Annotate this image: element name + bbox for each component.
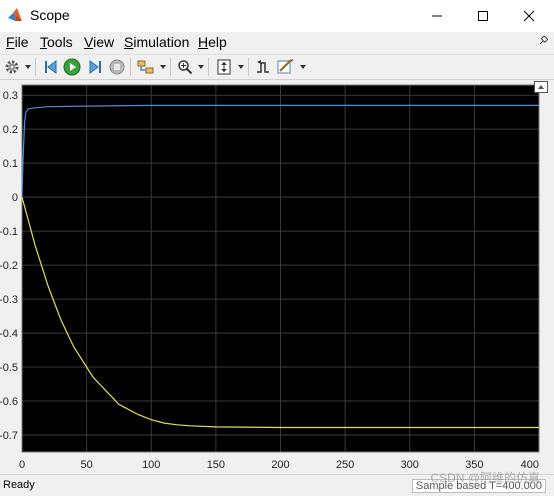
- y-tick-label: -0.7: [0, 430, 18, 442]
- pin-icon[interactable]: [538, 36, 548, 46]
- menu-tools[interactable]: Tools: [40, 34, 73, 50]
- matlab-icon: [8, 8, 22, 21]
- toolbar: [0, 54, 554, 80]
- y-tick-label: -0.6: [0, 396, 18, 408]
- stop-icon: [109, 59, 125, 75]
- run-icon: [63, 58, 81, 76]
- step-forward-icon: [89, 60, 101, 74]
- menu-simulation[interactable]: Simulation: [124, 34, 189, 50]
- zoom-button[interactable]: [176, 58, 194, 76]
- toolbar-separator: [35, 58, 36, 76]
- maximize-icon: [478, 11, 488, 21]
- highlight-icon: [137, 60, 154, 74]
- cursor-measure-button[interactable]: [277, 58, 295, 76]
- highlight-button[interactable]: [137, 58, 155, 76]
- triggers-icon: [257, 60, 269, 73]
- triggers-button[interactable]: [254, 58, 272, 76]
- y-tick-label: -0.2: [0, 260, 18, 272]
- watermark: CSDN @阿维的仿真: [430, 471, 540, 485]
- x-tick-label: 300: [401, 459, 419, 471]
- step-back-icon: [45, 60, 57, 74]
- close-button[interactable]: [506, 0, 552, 32]
- x-tick-label: 200: [271, 459, 289, 471]
- x-tick-label: 100: [142, 459, 160, 471]
- y-tick-label: 0.3: [3, 90, 18, 102]
- autoscale-button[interactable]: [215, 58, 233, 76]
- highlight-dropdown-icon[interactable]: [160, 65, 166, 69]
- status-text: Ready: [3, 479, 35, 491]
- zoom-icon: [178, 60, 193, 75]
- plot-area: 0 50 100 150 200 250 300 350 400 0.3 0.2 0.1 0 -0.1 -0…: [0, 80, 554, 472]
- toolbar-separator: [208, 58, 209, 76]
- menu-help[interactable]: Help: [198, 34, 227, 50]
- zoom-dropdown-icon[interactable]: [198, 65, 204, 69]
- autoscale-icon: [217, 59, 231, 75]
- y-tick-label: 0.2: [3, 124, 18, 136]
- y-tick-label: 0: [12, 192, 18, 204]
- minimize-button[interactable]: [414, 0, 460, 32]
- toolbar-separator: [130, 58, 131, 76]
- menu-view[interactable]: View: [84, 34, 114, 50]
- restore-icon: [538, 85, 544, 89]
- menu-bar: File Tools View Simulation Help: [0, 32, 554, 52]
- step-forward-button[interactable]: [86, 58, 104, 76]
- y-tick-label: -0.4: [0, 328, 18, 340]
- scope-chart[interactable]: 0 50 100 150 200 250 300 350 4000.30.20.10-0.1-0…: [0, 80, 554, 472]
- restore-axes-button[interactable]: [534, 81, 548, 93]
- maximize-button[interactable]: [460, 0, 506, 32]
- toolbar-separator: [248, 58, 249, 76]
- x-tick-label: 0: [19, 459, 25, 471]
- settings-icon: [5, 60, 19, 74]
- stop-button[interactable]: [108, 58, 126, 76]
- title-bar: Scope: [0, 0, 554, 32]
- minimize-icon: [432, 15, 442, 17]
- y-tick-label: -0.5: [0, 362, 18, 374]
- menu-file[interactable]: File: [6, 34, 29, 50]
- x-tick-label: 250: [336, 459, 354, 471]
- y-tick-label: -0.3: [0, 294, 18, 306]
- cursor-measure-dropdown-icon[interactable]: [300, 65, 306, 69]
- settings-dropdown-icon[interactable]: [25, 65, 31, 69]
- y-tick-label: 0.1: [3, 158, 18, 170]
- close-icon: [523, 10, 535, 22]
- settings-button[interactable]: [3, 58, 21, 76]
- window-title: Scope: [30, 7, 70, 23]
- run-button[interactable]: [63, 58, 81, 76]
- step-back-button[interactable]: [42, 58, 60, 76]
- x-tick-label: 150: [207, 459, 225, 471]
- toolbar-separator: [170, 58, 171, 76]
- y-tick-label: -0.1: [0, 226, 18, 238]
- autoscale-dropdown-icon[interactable]: [238, 65, 244, 69]
- x-tick-label: 50: [81, 459, 93, 471]
- cursor-measure-icon: [277, 59, 293, 74]
